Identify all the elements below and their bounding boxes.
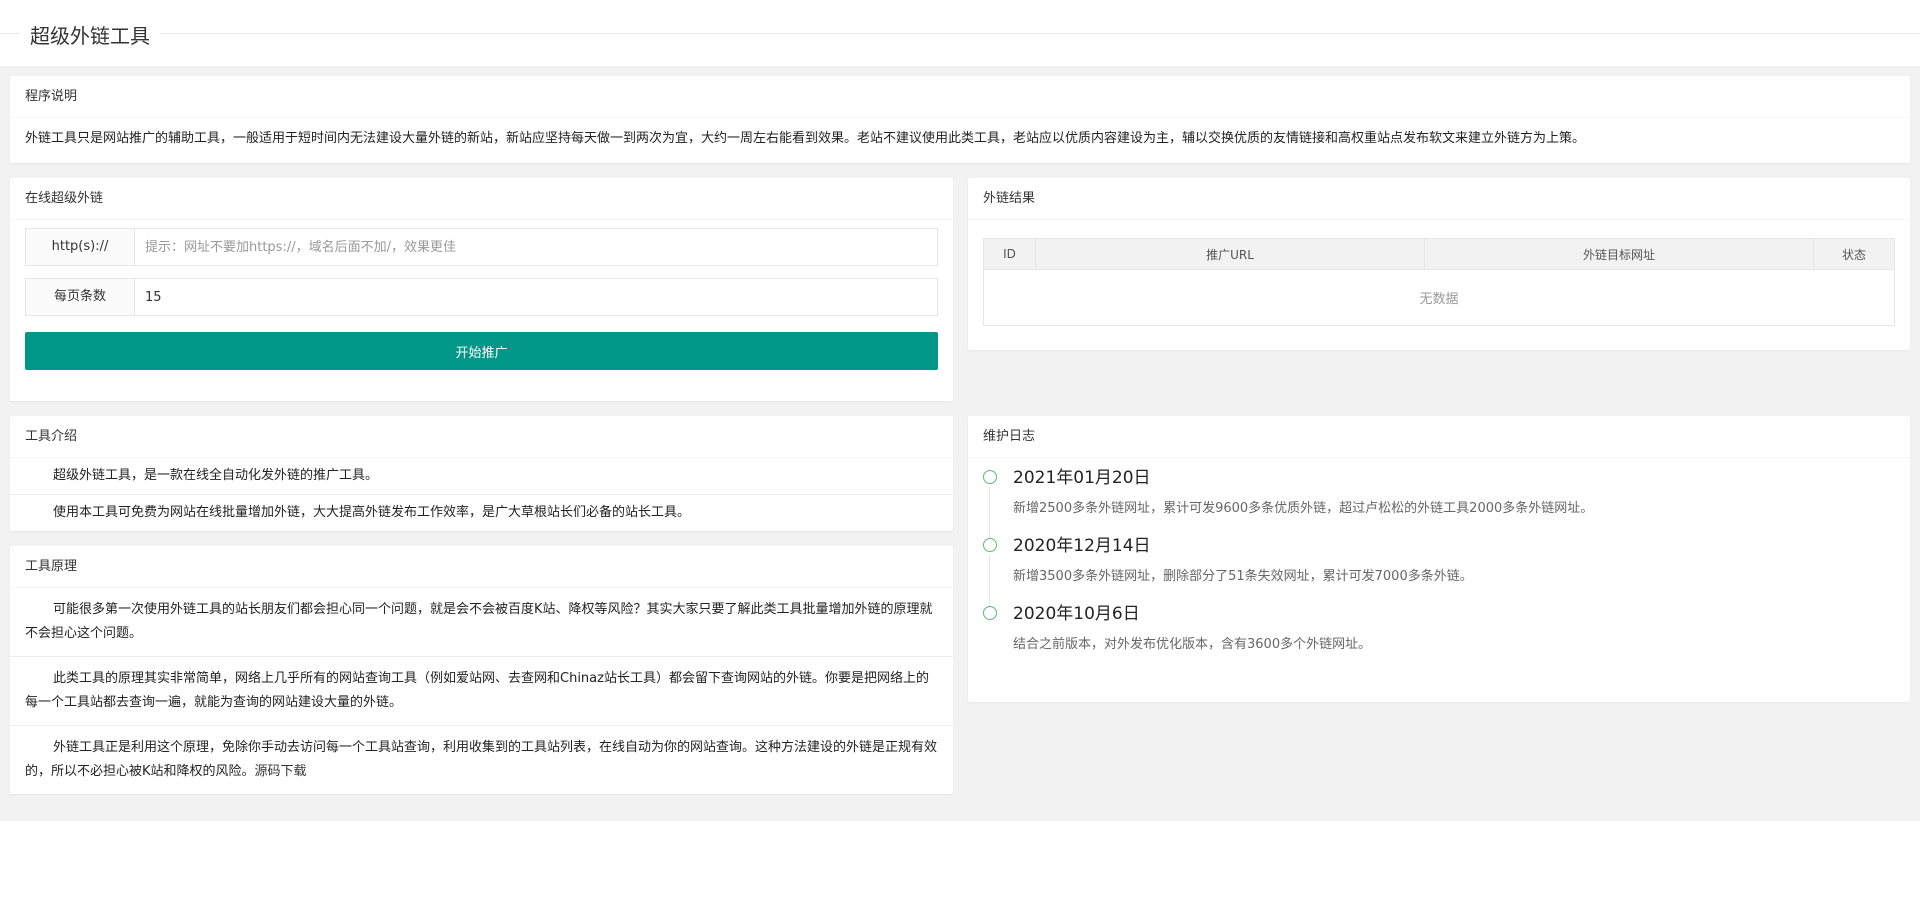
timeline-text: 结合之前版本，对外发布优化版本，含有3600多个外链网址。: [1013, 637, 1372, 652]
start-promotion-button[interactable]: 开始推广: [25, 332, 938, 370]
link-results-card: 外链结果 ID 推广URL 外链目标网址 状态 无数据: [968, 178, 1910, 350]
program-description-card: 程序说明 外链工具只是网站推广的辅助工具，一般适用于短时间内无法建设大量外链的新…: [10, 76, 1910, 163]
page-title: 超级外链工具: [20, 20, 160, 49]
count-input[interactable]: [135, 278, 938, 316]
count-form-row: 每页条数: [25, 278, 938, 316]
page-header: 超级外链工具: [0, 0, 1920, 66]
source-download-link[interactable]: 源码下载: [255, 764, 307, 779]
column-header-promo-url: 推广URL: [1035, 238, 1425, 270]
header-divider: [0, 33, 1920, 34]
timeline-dot-icon: [983, 606, 997, 620]
tool-intro-card: 工具介绍 超级外链工具，是一款在线全自动化发外链的推广工具。 使用本工具可免费为…: [10, 416, 953, 531]
principle-item: 此类工具的原理其实非常简单，网络上几乎所有的网站查询工具（例如爱站网、去查网和C…: [10, 657, 953, 726]
card-title: 在线超级外链: [10, 178, 953, 220]
maintenance-timeline: 2021年01月20日 新增2500多条外链网址，累计可发9600多条优质外链，…: [968, 458, 1910, 680]
maintenance-log-card: 维护日志 2021年01月20日 新增2500多条外链网址，累计可发9600多条…: [968, 416, 1910, 702]
intro-item: 使用本工具可免费为网站在线批量增加外链，大大提高外链发布工作效率，是广大草根站长…: [53, 505, 691, 520]
timeline-date: 2020年12月14日: [1013, 536, 1151, 556]
card-title: 程序说明: [10, 76, 1910, 118]
card-title: 维护日志: [968, 416, 1910, 458]
url-form-row: http(s)://: [25, 228, 938, 266]
principle-text: 外链工具正是利用这个原理，免除你手动去访问每一个工具站查询，利用收集到的工具站列…: [25, 740, 938, 779]
timeline-dot-icon: [983, 470, 997, 484]
card-title: 工具介绍: [10, 416, 953, 458]
timeline-item: 2020年12月14日 新增3500多条外链网址，删除部分了51条失效网址，累计…: [983, 534, 1895, 608]
timeline-item: 2021年01月20日 新增2500多条外链网址，累计可发9600多条优质外链，…: [983, 466, 1895, 540]
results-table: ID 推广URL 外链目标网址 状态 无数据: [983, 238, 1895, 326]
main-content: 程序说明 外链工具只是网站推广的辅助工具，一般适用于短时间内无法建设大量外链的新…: [0, 66, 1920, 821]
timeline-dot-icon: [983, 538, 997, 552]
timeline-text: 新增2500多条外链网址，累计可发9600多条优质外链，超过卢松松的外链工具20…: [1013, 501, 1594, 516]
principle-item: 外链工具正是利用这个原理，免除你手动去访问每一个工具站查询，利用收集到的工具站列…: [10, 726, 953, 794]
url-input[interactable]: [135, 228, 938, 266]
tool-principle-card: 工具原理 可能很多第一次使用外链工具的站长朋友们都会担心同一个问题，就是会不会被…: [10, 546, 953, 794]
program-description-text: 外链工具只是网站推广的辅助工具，一般适用于短时间内无法建设大量外链的新站，新站应…: [25, 131, 1586, 146]
online-link-form-card: 在线超级外链 http(s):// 每页条数 开始推广: [10, 178, 953, 401]
card-title: 工具原理: [10, 546, 953, 588]
timeline-text: 新增3500多条外链网址，删除部分了51条失效网址，累计可发7000多条外链。: [1013, 569, 1473, 584]
column-header-status: 状态: [1813, 238, 1895, 270]
url-label: http(s)://: [25, 228, 135, 266]
timeline-item: 2020年10月6日 结合之前版本，对外发布优化版本，含有3600多个外链网址。: [983, 602, 1895, 670]
card-title: 外链结果: [968, 178, 1910, 220]
count-label: 每页条数: [25, 278, 135, 316]
principle-item: 可能很多第一次使用外链工具的站长朋友们都会担心同一个问题，就是会不会被百度K站、…: [10, 588, 953, 657]
column-header-id: ID: [983, 238, 1036, 270]
timeline-date: 2020年10月6日: [1013, 604, 1140, 624]
intro-item: 超级外链工具，是一款在线全自动化发外链的推广工具。: [10, 458, 953, 495]
column-header-target-url: 外链目标网址: [1424, 238, 1814, 270]
timeline-date: 2021年01月20日: [1013, 468, 1151, 488]
empty-state: 无数据: [983, 269, 1895, 326]
